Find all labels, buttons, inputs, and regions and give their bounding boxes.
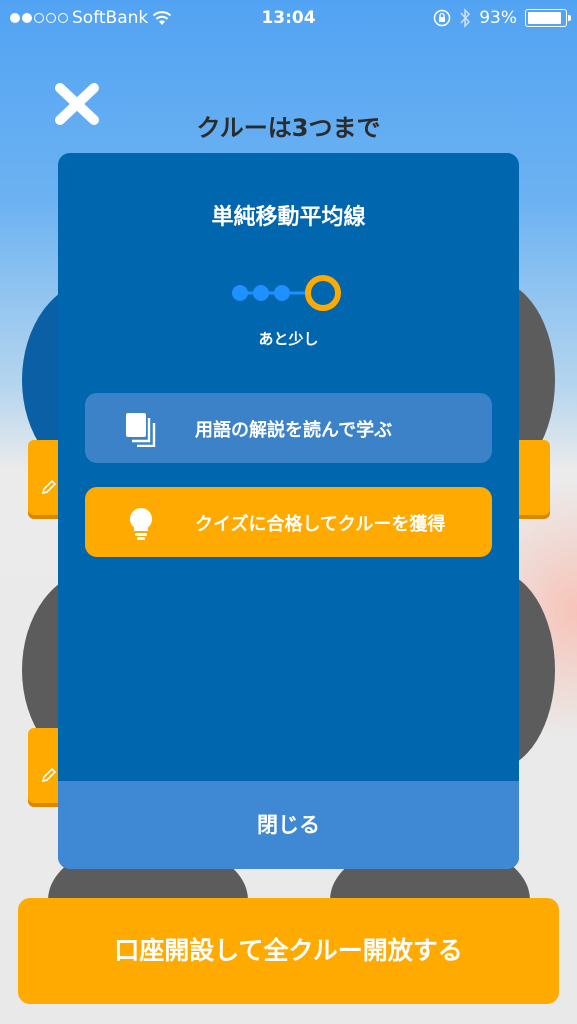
bluetooth-icon (460, 8, 471, 28)
pass-quiz-button[interactable]: クイズに合格してクルーを獲得 (85, 487, 492, 557)
battery-level (528, 12, 562, 24)
pencil-icon (41, 767, 57, 783)
progress-step-current (305, 275, 341, 311)
progress-step-completed (253, 285, 269, 301)
progress-step-completed (274, 285, 290, 301)
learn-term-label: 用語の解説を読んで学ぶ (195, 420, 393, 441)
open-account-button[interactable]: 口座開設して全クルー開放する (18, 898, 559, 1004)
modal-close-button[interactable]: 閉じる (58, 781, 519, 869)
battery-percent: 93% (479, 8, 517, 28)
background-title: クルーは3つまで (196, 114, 381, 142)
pass-quiz-label: クイズに合格してクルーを獲得 (195, 514, 446, 535)
battery-icon (525, 9, 571, 27)
documents-icon (126, 413, 156, 447)
term-modal: 単純移動平均線 あと少し 用語の解説を読んで学ぶ クイズに合格してクルーを獲得 … (58, 153, 519, 869)
learn-term-button[interactable]: 用語の解説を読んで学ぶ (85, 393, 492, 463)
orientation-lock-icon (433, 9, 451, 27)
status-bar: SoftBank 13:04 93% (0, 0, 577, 40)
modal-title: 単純移動平均線 (211, 205, 366, 230)
progress-indicator (232, 275, 341, 311)
progress-step-completed (232, 285, 248, 301)
progress-caption: あと少し (258, 330, 319, 348)
lightbulb-icon (129, 508, 153, 540)
status-right: 93% (433, 8, 571, 28)
pencil-icon (41, 479, 57, 495)
